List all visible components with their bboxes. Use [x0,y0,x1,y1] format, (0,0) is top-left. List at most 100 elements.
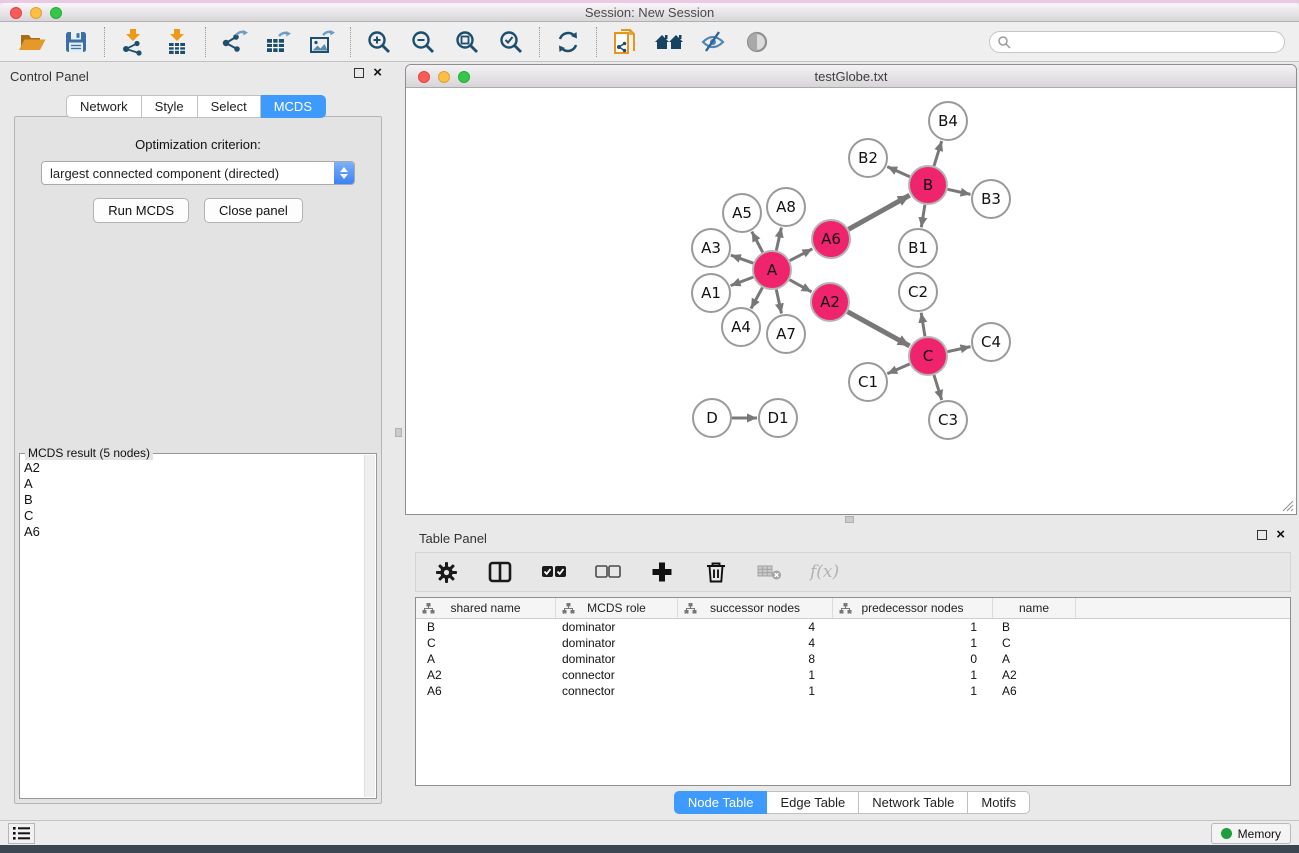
tab-style[interactable]: Style [142,95,198,118]
clear-all-checks-button[interactable] [594,558,622,586]
graph-edge[interactable] [921,313,925,337]
import-table-button[interactable] [159,26,195,58]
zoom-out-button[interactable] [405,26,441,58]
add-row-button[interactable] [648,558,676,586]
tab-network[interactable]: Network [66,95,142,118]
function-builder-button[interactable]: f(x) [810,562,839,582]
close-panel-icon[interactable]: × [1276,530,1285,540]
column-header-name[interactable]: name [993,598,1076,618]
table-row[interactable]: Adominator80A [416,651,1290,667]
run-mcds-button[interactable]: Run MCDS [93,198,189,223]
select-all-checks-button[interactable] [540,558,568,586]
float-panel-icon[interactable] [1257,530,1267,540]
mcds-result-scrollbar[interactable] [364,455,375,797]
graph-edge[interactable] [948,189,971,194]
table-row[interactable]: Cdominator41C [416,635,1290,651]
search-field[interactable] [989,31,1285,53]
gear-icon [435,561,458,584]
resize-grip-icon[interactable] [1281,499,1294,512]
tab-node-table[interactable]: Node Table [674,791,768,814]
table-panel: Table Panel × [405,525,1299,820]
search-icon [997,35,1011,49]
save-session-button[interactable] [58,26,94,58]
open-session-button[interactable] [14,26,50,58]
graph-edge[interactable] [790,249,813,261]
tab-edge-table[interactable]: Edge Table [767,791,859,814]
graph-edge[interactable] [751,288,762,309]
import-network-button[interactable] [115,26,151,58]
network-zoom-button[interactable] [458,71,470,83]
graph-edge[interactable] [948,347,971,352]
hide-graphics-details-button[interactable] [695,26,731,58]
close-panel-icon[interactable]: × [373,68,382,78]
refresh-icon [555,29,581,55]
close-panel-button[interactable]: Close panel [204,198,303,223]
graph-edge[interactable] [790,280,812,292]
graph-edge[interactable] [752,232,763,253]
table-row[interactable]: A6connector11A6 [416,683,1290,699]
zoom-fit-button[interactable] [449,26,485,58]
network-close-button[interactable] [418,71,430,83]
network-canvas[interactable]: B4B2BB3A8A5A6A3B1AA1C2A2A4A7C4CC1C3DD1 [406,88,1296,514]
graph-edge[interactable] [776,290,781,314]
export-table-button[interactable] [260,26,296,58]
float-panel-icon[interactable] [354,68,364,78]
mcds-result-item[interactable]: C [24,508,362,524]
mcds-result-item[interactable]: A [24,476,362,492]
graph-edge[interactable] [848,312,910,346]
graph-edge[interactable] [731,255,753,263]
table-row[interactable]: Bdominator41B [416,619,1290,635]
zoom-in-button[interactable] [361,26,397,58]
mcds-result-item[interactable]: B [24,492,362,508]
tab-select[interactable]: Select [198,95,261,118]
delete-table-button[interactable] [756,558,784,586]
graph-edge[interactable] [731,277,754,286]
tab-motifs[interactable]: Motifs [968,791,1030,814]
column-header-predecessor-nodes[interactable]: predecessor nodes [833,598,993,618]
graph-edge[interactable] [934,375,942,400]
graph-node-label: C4 [981,333,1001,351]
graph-edge[interactable] [776,228,781,251]
tab-mcds[interactable]: MCDS [261,95,326,118]
trash-icon [705,560,727,584]
zoom-selected-button[interactable] [493,26,529,58]
search-input[interactable] [1015,35,1277,49]
export-image-button[interactable] [304,26,340,58]
zoom-window-button[interactable] [50,7,62,19]
memory-button[interactable]: Memory [1211,823,1291,844]
show-column-button[interactable] [486,558,514,586]
network-minimize-button[interactable] [438,71,450,83]
eye-slash-icon [700,30,726,54]
graph-edge[interactable] [849,195,910,229]
mcds-result-list[interactable]: A2ABCA6 [24,460,362,794]
divider-handle[interactable] [845,516,854,523]
divider-handle[interactable] [395,428,402,437]
show-task-history-button[interactable] [8,823,35,844]
horizontal-split-divider[interactable] [405,515,1299,525]
graph-edge[interactable] [887,364,909,374]
mcds-result-item[interactable]: A2 [24,460,362,476]
graph-edge[interactable] [934,141,942,166]
window-title: Session: New Session [0,3,1299,22]
column-header-successor-nodes[interactable]: successor nodes [678,598,833,618]
refresh-network-button[interactable] [550,26,586,58]
graph-edge[interactable] [921,205,925,228]
close-window-button[interactable] [10,7,22,19]
show-graphics-details-button[interactable] [739,26,775,58]
table-row[interactable]: A2connector11A2 [416,667,1290,683]
minimize-window-button[interactable] [30,7,42,19]
export-network-button[interactable] [216,26,252,58]
home-button[interactable] [651,26,687,58]
delete-row-button[interactable] [702,558,730,586]
network-from-file-button[interactable] [607,26,643,58]
vertical-split-divider[interactable] [392,62,405,820]
tab-network-table[interactable]: Network Table [859,791,968,814]
column-header-shared-name[interactable]: shared name [416,598,556,618]
table-options-button[interactable] [432,558,460,586]
zoom-in-icon [366,29,392,55]
mcds-result-item[interactable]: A6 [24,524,362,540]
column-header-mcds-role[interactable]: MCDS role [556,598,678,618]
graph-edge[interactable] [887,167,910,177]
network-window-titlebar[interactable]: testGlobe.txt [406,65,1296,88]
optimization-criterion-select[interactable]: largest connected component (directed) [41,161,355,185]
